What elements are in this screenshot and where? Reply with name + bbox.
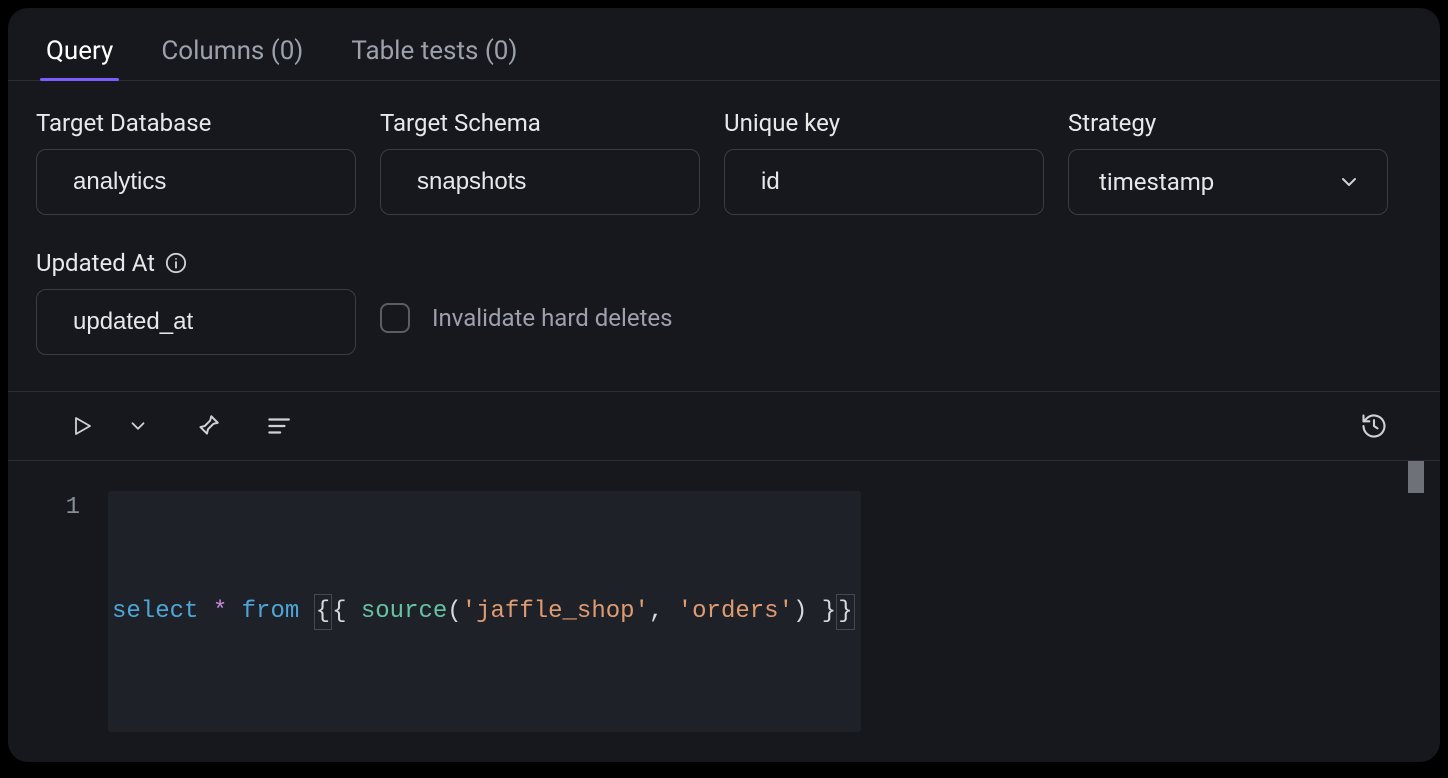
checkbox-invalidate-hard-deletes[interactable] — [380, 303, 410, 333]
label-strategy: Strategy — [1068, 109, 1388, 137]
pin-icon[interactable] — [192, 410, 224, 442]
run-icon[interactable] — [66, 410, 98, 442]
token-function: source — [361, 595, 447, 629]
tab-table-tests[interactable]: Table tests (0) — [351, 36, 517, 80]
field-strategy: Strategy timestamp — [1068, 109, 1388, 215]
token-star: * — [198, 595, 241, 629]
label-updated-at: Updated At — [36, 249, 356, 277]
line-number: 1 — [58, 491, 108, 732]
token-brace-close: } — [807, 595, 836, 629]
tab-bar: Query Columns (0) Table tests (0) — [8, 8, 1440, 81]
token-paren-close: ) — [793, 595, 807, 629]
field-updated-at: Updated At — [36, 249, 356, 355]
field-target-schema: Target Schema — [380, 109, 700, 215]
token-paren-open: ( — [447, 595, 461, 629]
input-updated-at[interactable] — [36, 289, 356, 355]
label-target-database: Target Database — [36, 109, 356, 137]
scrollbar-thumb[interactable] — [1408, 461, 1424, 493]
token-string: 'jaffle_shop' — [462, 595, 649, 629]
token-space — [299, 595, 313, 629]
token-comma: , — [649, 595, 678, 629]
field-target-database: Target Database — [36, 109, 356, 215]
input-target-schema[interactable] — [380, 149, 700, 215]
label-unique-key: Unique key — [724, 109, 1044, 137]
label-invalidate-hard-deletes: Invalidate hard deletes — [432, 304, 673, 332]
chevron-down-icon — [1337, 170, 1361, 194]
tab-query[interactable]: Query — [46, 36, 113, 80]
token-keyword: from — [242, 595, 300, 629]
format-icon[interactable] — [262, 410, 294, 442]
token-brace-open: { — [314, 594, 332, 630]
history-icon[interactable] — [1358, 410, 1390, 442]
chevron-down-icon[interactable] — [122, 410, 154, 442]
field-unique-key: Unique key — [724, 109, 1044, 215]
code-editor[interactable]: 1 select * from { { source ( 'jaffle_sho… — [8, 461, 1440, 762]
label-updated-at-text: Updated At — [36, 249, 155, 277]
token-brace-open: { — [332, 595, 361, 629]
token-keyword: select — [112, 595, 198, 629]
token-string: 'orders' — [678, 595, 793, 629]
tab-columns[interactable]: Columns (0) — [161, 36, 303, 80]
config-panel: Query Columns (0) Table tests (0) Target… — [8, 8, 1440, 762]
token-brace-close: } — [836, 594, 854, 630]
field-invalidate: Invalidate hard deletes — [380, 249, 673, 355]
editor-toolbar — [8, 392, 1440, 461]
label-target-schema: Target Schema — [380, 109, 700, 137]
input-unique-key[interactable] — [724, 149, 1044, 215]
input-target-database[interactable] — [36, 149, 356, 215]
info-icon — [165, 252, 187, 274]
fields-area: Target Database Target Schema Unique key… — [8, 81, 1440, 392]
code-line-1[interactable]: select * from { { source ( 'jaffle_shop'… — [108, 491, 861, 732]
select-strategy[interactable]: timestamp — [1068, 149, 1388, 215]
select-strategy-value: timestamp — [1099, 168, 1214, 196]
